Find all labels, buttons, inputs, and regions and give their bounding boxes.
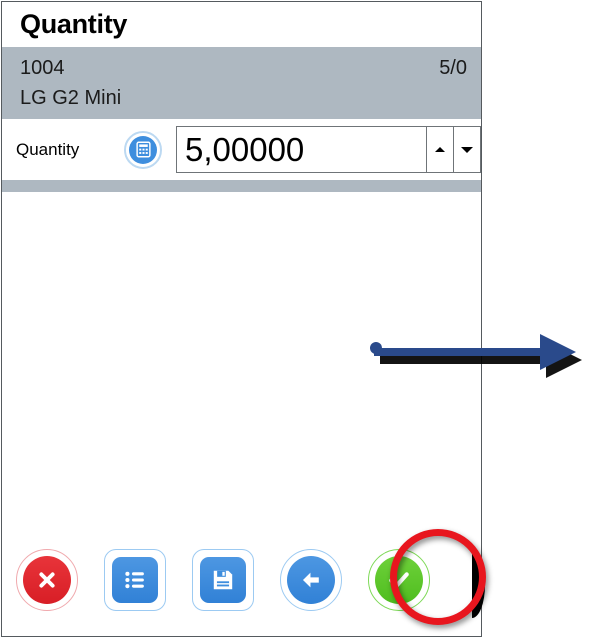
save-button[interactable] xyxy=(192,549,254,611)
cancel-button[interactable] xyxy=(16,549,78,611)
section-divider xyxy=(2,180,481,192)
dialog-body xyxy=(2,192,481,524)
checkmark-icon xyxy=(375,556,423,604)
item-info-top-row: 1004 5/0 xyxy=(20,53,467,83)
quantity-input[interactable]: 5,00000 xyxy=(176,126,428,173)
quantity-input-row: Quantity 5,00000 xyxy=(2,119,481,180)
back-button[interactable] xyxy=(280,549,342,611)
item-counter: 5/0 xyxy=(439,57,467,79)
bottom-toolbar xyxy=(2,524,481,636)
quantity-stepper-down[interactable] xyxy=(454,126,481,173)
confirm-button[interactable] xyxy=(368,549,430,611)
dialog-titlebar: Quantity xyxy=(2,2,481,47)
quantity-stepper-up[interactable] xyxy=(427,126,455,173)
list-icon xyxy=(112,557,158,603)
floppy-disk-icon xyxy=(200,557,246,603)
quantity-dialog: Quantity 1004 5/0 LG G2 Mini Quantity 5,… xyxy=(1,1,482,637)
triangle-up-icon xyxy=(435,147,446,152)
calculator-button[interactable] xyxy=(124,130,162,169)
triangle-down-icon xyxy=(461,146,474,153)
quantity-label: Quantity xyxy=(16,139,80,159)
item-code: 1004 xyxy=(20,57,65,79)
list-button[interactable] xyxy=(104,549,166,611)
arrow-left-icon xyxy=(287,556,335,604)
close-x-icon xyxy=(23,556,71,604)
page-title: Quantity xyxy=(20,9,128,39)
calculator-icon xyxy=(129,135,157,164)
item-info-header: 1004 5/0 LG G2 Mini xyxy=(2,47,481,119)
item-name: LG G2 Mini xyxy=(20,87,122,109)
